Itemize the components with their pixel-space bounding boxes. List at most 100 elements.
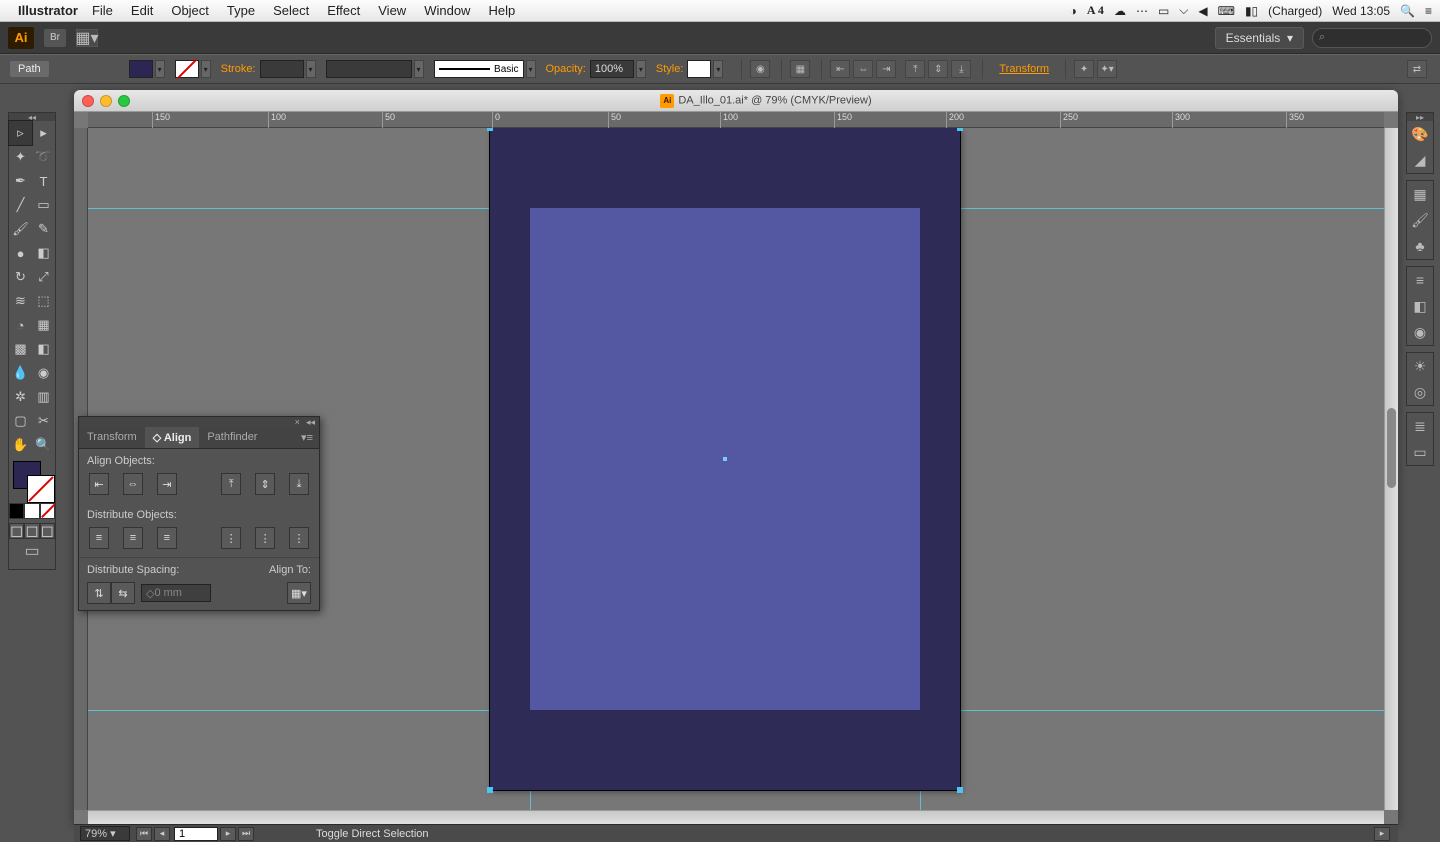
- vwp-dropdown[interactable]: ▾: [414, 60, 424, 78]
- recolor-artwork-icon[interactable]: ◉: [750, 60, 770, 78]
- eraser-tool[interactable]: ◧: [32, 241, 55, 265]
- selection-handle[interactable]: [487, 128, 493, 131]
- volume-icon[interactable]: ◀: [1198, 4, 1207, 18]
- spacing-value-field[interactable]: ◇ 0 mm: [141, 584, 211, 602]
- horizontal-distribute-space-button[interactable]: ⇆: [111, 582, 135, 604]
- brushes-panel-icon[interactable]: 🖌: [1407, 207, 1433, 233]
- fill-swatch[interactable]: [129, 60, 153, 78]
- free-transform-tool[interactable]: ⬚: [32, 289, 55, 313]
- align-right-icon[interactable]: ⇥: [876, 60, 896, 78]
- horizontal-align-right-button[interactable]: ⇥: [157, 473, 177, 495]
- window-minimize-icon[interactable]: [100, 95, 112, 107]
- draw-normal-icon[interactable]: ◻: [9, 523, 24, 539]
- mesh-tool[interactable]: ▩: [9, 337, 32, 361]
- stroke-swatch[interactable]: [175, 60, 199, 78]
- tab-transform[interactable]: Transform: [79, 427, 145, 448]
- vertical-align-top-button[interactable]: ⤒: [221, 473, 241, 495]
- horizontal-align-center-button[interactable]: ⇔: [123, 473, 143, 495]
- panel-menu-icon[interactable]: ▾≡: [295, 427, 319, 448]
- scrollbar-vertical[interactable]: [1384, 128, 1398, 810]
- draw-behind-icon[interactable]: ◻: [24, 523, 39, 539]
- transform-link[interactable]: Transform: [999, 63, 1049, 75]
- control-bar-menu-icon[interactable]: ⇄: [1407, 60, 1427, 78]
- opacity-dropdown[interactable]: ▾: [636, 60, 646, 78]
- brush-dropdown[interactable]: ▾: [526, 60, 536, 78]
- vertical-distribute-space-button[interactable]: ⇅: [87, 582, 111, 604]
- stroke-weight-dropdown[interactable]: ▾: [306, 60, 316, 78]
- align-panel-icon[interactable]: ▦: [790, 60, 810, 78]
- align-bottom-icon[interactable]: ⤓: [951, 60, 971, 78]
- stroke-weight-field[interactable]: [260, 60, 304, 78]
- slice-tool[interactable]: ✂: [32, 409, 55, 433]
- align-hcenter-icon[interactable]: ⇔: [853, 60, 873, 78]
- line-tool[interactable]: ╱: [9, 193, 32, 217]
- artboard-next-button[interactable]: ▸: [220, 827, 236, 841]
- artboard-first-button[interactable]: ⏮: [136, 827, 152, 841]
- fill-dropdown[interactable]: ▾: [155, 60, 165, 78]
- vertical-align-bottom-button[interactable]: ⤓: [289, 473, 309, 495]
- menu-view[interactable]: View: [378, 3, 406, 18]
- artboard-number-field[interactable]: 1: [174, 827, 218, 841]
- gradient-mode-icon[interactable]: [24, 503, 39, 519]
- pen-tool[interactable]: ✒: [9, 169, 32, 193]
- overflow-icon[interactable]: ⋯: [1136, 4, 1148, 18]
- arrange-documents-icon[interactable]: ▦▾: [76, 29, 98, 47]
- type-tool[interactable]: T: [32, 169, 55, 193]
- menu-edit[interactable]: Edit: [131, 3, 153, 18]
- color-mode-icon[interactable]: [9, 503, 24, 519]
- artboard-prev-button[interactable]: ◂: [154, 827, 170, 841]
- brush-definition-field[interactable]: Basic: [434, 60, 524, 78]
- menu-window[interactable]: Window: [424, 3, 470, 18]
- document-titlebar[interactable]: AiDA_Illo_01.ai* @ 79% (CMYK/Preview): [74, 90, 1398, 112]
- input-source-icon[interactable]: ⌨: [1218, 4, 1235, 18]
- symbols-panel-icon[interactable]: ♣: [1407, 233, 1433, 259]
- adobe-updater-icon[interactable]: A 4: [1087, 3, 1104, 18]
- vertical-distribute-bottom-button[interactable]: ≡: [157, 527, 177, 549]
- align-vcenter-icon[interactable]: ⇕: [928, 60, 948, 78]
- zoom-tool[interactable]: 🔍: [32, 433, 55, 457]
- selection-handle[interactable]: [957, 128, 963, 131]
- vertical-align-center-button[interactable]: ⇕: [255, 473, 275, 495]
- isolate-object-icon[interactable]: ✦: [1074, 60, 1094, 78]
- menu-effect[interactable]: Effect: [327, 3, 360, 18]
- horizontal-distribute-right-button[interactable]: ⋮: [289, 527, 309, 549]
- color-guide-panel-icon[interactable]: ◢: [1407, 147, 1433, 173]
- scroll-thumb[interactable]: [1387, 408, 1396, 488]
- menu-help[interactable]: Help: [488, 3, 515, 18]
- workspace-switcher[interactable]: Essentials ▾: [1215, 27, 1304, 49]
- hand-tool[interactable]: ✋: [9, 433, 32, 457]
- scrollbar-horizontal[interactable]: [88, 810, 1384, 824]
- ruler-horizontal[interactable]: 150 100 50 0 50 100 150 200 250 300 350: [88, 112, 1384, 128]
- gradient-panel-icon[interactable]: ◧: [1407, 293, 1433, 319]
- none-mode-icon[interactable]: [40, 503, 55, 519]
- horizontal-align-left-button[interactable]: ⇤: [89, 473, 109, 495]
- tab-align[interactable]: ◇ Align: [145, 427, 200, 448]
- blend-tool[interactable]: ◉: [32, 361, 55, 385]
- menu-file[interactable]: File: [92, 3, 113, 18]
- menu-select[interactable]: Select: [273, 3, 309, 18]
- symbol-sprayer-tool[interactable]: ✲: [9, 385, 32, 409]
- stroke-panel-icon[interactable]: ≡: [1407, 267, 1433, 293]
- wifi-icon[interactable]: ⌵: [1179, 3, 1188, 18]
- status-sync-icon[interactable]: ◑: [1070, 4, 1077, 18]
- pencil-tool[interactable]: ✎: [32, 217, 55, 241]
- tab-pathfinder[interactable]: Pathfinder: [199, 427, 265, 448]
- rectangle-tool[interactable]: ▭: [32, 193, 55, 217]
- selection-handle[interactable]: [957, 787, 963, 793]
- align-top-icon[interactable]: ⤒: [905, 60, 925, 78]
- swatches-panel-icon[interactable]: ▦: [1407, 181, 1433, 207]
- style-dropdown[interactable]: ▾: [713, 60, 723, 78]
- clock[interactable]: Wed 13:05: [1332, 4, 1390, 18]
- opacity-field[interactable]: 100%: [590, 60, 634, 78]
- align-left-icon[interactable]: ⇤: [830, 60, 850, 78]
- display-icon[interactable]: ▭: [1158, 4, 1169, 18]
- status-menu-button[interactable]: ▸: [1374, 827, 1390, 841]
- shape-builder-tool[interactable]: ◔: [9, 313, 32, 337]
- layers-panel-icon[interactable]: ≣: [1407, 413, 1433, 439]
- screen-mode-icon[interactable]: ▭: [9, 539, 55, 563]
- perspective-grid-tool[interactable]: ▦: [32, 313, 55, 337]
- help-search-field[interactable]: ⌕: [1312, 28, 1432, 48]
- align-to-selector[interactable]: ▦▾: [287, 582, 311, 604]
- horizontal-distribute-center-button[interactable]: ⋮: [255, 527, 275, 549]
- width-tool[interactable]: ≋: [9, 289, 32, 313]
